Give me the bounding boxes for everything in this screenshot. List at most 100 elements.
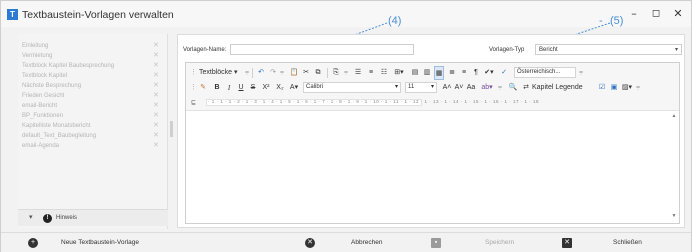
- delete-icon[interactable]: ✕: [153, 141, 159, 151]
- strikethrough-button[interactable]: S: [248, 81, 258, 95]
- close-icon[interactable]: ✕: [562, 238, 572, 248]
- list-item[interactable]: BP_Funktionen ✕: [22, 111, 164, 121]
- template-list: Einleitung ✕ Vermietung ✕ Textblock Kapite…: [18, 34, 168, 229]
- delete-icon[interactable]: ✕: [153, 61, 159, 71]
- list-item[interactable]: Nächste Besprechung ✕: [22, 81, 164, 91]
- overflow-icon[interactable]: ⩦: [635, 81, 641, 95]
- grip-icon: ⋮: [190, 69, 197, 76]
- overflow-icon[interactable]: ⩦: [343, 66, 349, 80]
- grow-font-button[interactable]: A˄: [442, 81, 452, 95]
- table-icon[interactable]: ⊞▾: [393, 66, 405, 80]
- redo-icon[interactable]: ↷: [268, 66, 278, 80]
- paste-special-icon[interactable]: ⎘: [331, 66, 341, 80]
- undo-icon[interactable]: ↶: [256, 66, 266, 80]
- list-item-label: Kapitelliste Monatsbericht: [22, 123, 91, 129]
- delete-icon[interactable]: ✕: [153, 111, 159, 121]
- align-distributed-icon[interactable]: ≡: [459, 66, 469, 80]
- delete-icon[interactable]: ✕: [153, 41, 159, 51]
- hint-panel[interactable]: ▾ ! Hinweis: [18, 209, 168, 226]
- save-button[interactable]: Speichern: [485, 239, 514, 246]
- app-icon: T: [7, 9, 18, 20]
- ruler[interactable]: ⊑ · 1 · 1 · 1 · 2 · 1 · 3 · 1 · 4 · 1 · …: [186, 96, 679, 108]
- image-icon[interactable]: ▣: [609, 81, 619, 95]
- add-icon[interactable]: +: [28, 238, 38, 248]
- splitter-handle[interactable]: [170, 121, 173, 137]
- cancel-icon[interactable]: ✕: [305, 238, 315, 248]
- format-painter-icon[interactable]: ✎: [198, 81, 208, 95]
- delete-icon[interactable]: ✕: [153, 121, 159, 131]
- new-template-button[interactable]: Neue Textbaustein-Vorlage: [61, 239, 139, 246]
- italic-button[interactable]: I: [224, 81, 234, 95]
- copy-icon[interactable]: ⧉: [313, 66, 323, 80]
- scroll-up-icon[interactable]: ▲: [670, 113, 678, 119]
- delete-icon[interactable]: ✕: [153, 51, 159, 61]
- cancel-button[interactable]: Abbrechen: [351, 239, 382, 246]
- overflow-icon[interactable]: ⩦: [497, 81, 503, 95]
- delete-icon[interactable]: ✕: [153, 81, 159, 91]
- dialog-window: T Textbaustein-Vorlagen verwalten – ◻ ✕ …: [0, 0, 692, 252]
- save-icon[interactable]: ▪: [431, 238, 441, 248]
- font-size-select[interactable]: 11 ▾: [405, 82, 437, 93]
- scroll-down-icon[interactable]: ▼: [670, 213, 678, 219]
- subscript-button[interactable]: X₂: [274, 81, 286, 95]
- bullet-list-icon[interactable]: ☰: [353, 66, 363, 80]
- overflow-icon[interactable]: ⩦: [578, 66, 584, 80]
- template-name-input[interactable]: [230, 44, 414, 55]
- toolbar-separator: [327, 68, 328, 78]
- paste-icon[interactable]: 📋: [289, 66, 299, 80]
- delete-icon[interactable]: ✕: [153, 131, 159, 141]
- multilevel-list-icon[interactable]: ☷: [379, 66, 389, 80]
- chevron-down-icon[interactable]: ▾: [29, 213, 33, 221]
- find-icon[interactable]: 🔍: [508, 81, 518, 95]
- overflow-icon[interactable]: ⩦: [279, 66, 285, 80]
- spellcheck-icon[interactable]: ✓: [499, 66, 509, 80]
- close-window-button[interactable]: ✕: [669, 6, 687, 22]
- template-type-select[interactable]: Bericht ▾: [535, 44, 682, 55]
- vertical-scrollbar[interactable]: ▲ ▼: [670, 113, 678, 221]
- list-item[interactable]: Frieden Gesicht ✕: [22, 91, 164, 101]
- list-item[interactable]: Einleitung ✕: [22, 41, 164, 51]
- list-item[interactable]: email-Bericht ✕: [22, 101, 164, 111]
- list-item-label: Vermietung: [22, 53, 53, 59]
- font-color-button[interactable]: A▾: [288, 81, 300, 95]
- list-item[interactable]: default_Text_Baubegleitung ✕: [22, 131, 164, 141]
- list-item[interactable]: email-Agenda ✕: [22, 141, 164, 151]
- kapitel-legende-button[interactable]: Kapitel Legende: [532, 81, 594, 95]
- window-title: Textbaustein-Vorlagen verwalten: [22, 9, 174, 21]
- paragraph-marks-icon[interactable]: ¶: [471, 66, 481, 80]
- close-button[interactable]: Schließen: [613, 239, 642, 246]
- minimize-button[interactable]: –: [625, 6, 643, 22]
- insert-image-icon[interactable]: ▨▾: [621, 81, 633, 95]
- shrink-font-button[interactable]: A˅: [454, 81, 464, 95]
- superscript-button[interactable]: X²: [260, 81, 272, 95]
- delete-icon[interactable]: ✕: [153, 71, 159, 81]
- highlight-button[interactable]: ab▾: [480, 81, 494, 95]
- numbered-list-icon[interactable]: ≡: [366, 66, 376, 80]
- maximize-button[interactable]: ◻: [647, 6, 665, 22]
- list-item[interactable]: Textblock Kapitel Baubesprechung ✕: [22, 61, 164, 71]
- tab-stop-icon[interactable]: ⊑: [191, 99, 196, 106]
- list-item[interactable]: Textblock Kapitel ✕: [22, 71, 164, 81]
- checkbox-icon[interactable]: ☑: [597, 81, 607, 95]
- cut-icon[interactable]: ✂: [301, 66, 311, 80]
- delete-icon[interactable]: ✕: [153, 91, 159, 101]
- spelling-icon[interactable]: ✔▾: [483, 66, 495, 80]
- align-center-icon[interactable]: ▥: [422, 66, 432, 80]
- list-item-label: Textblock Kapitel Baubesprechung: [22, 63, 115, 69]
- bold-button[interactable]: B: [212, 81, 222, 95]
- align-left-icon[interactable]: ▤: [410, 66, 420, 80]
- font-size-value: 11: [408, 84, 415, 90]
- font-family-select[interactable]: Calibri ▾: [303, 82, 401, 93]
- align-right-icon[interactable]: ≣: [447, 66, 457, 80]
- delete-icon[interactable]: ✕: [153, 101, 159, 111]
- list-item[interactable]: Vermietung ✕: [22, 51, 164, 61]
- list-item[interactable]: Kapitelliste Monatsbericht ✕: [22, 121, 164, 131]
- list-item-label: BP_Funktionen: [22, 113, 64, 119]
- align-justify-icon[interactable]: ▦: [434, 66, 444, 80]
- replace-icon[interactable]: ⇄: [521, 81, 531, 95]
- textbloecke-menu[interactable]: Textblöcke ▾: [199, 66, 241, 80]
- language-select[interactable]: Österreichisch...: [514, 67, 576, 78]
- underline-button[interactable]: U: [236, 81, 246, 95]
- change-case-button[interactable]: Aa: [466, 81, 476, 95]
- overflow-icon[interactable]: ⩦: [244, 66, 250, 80]
